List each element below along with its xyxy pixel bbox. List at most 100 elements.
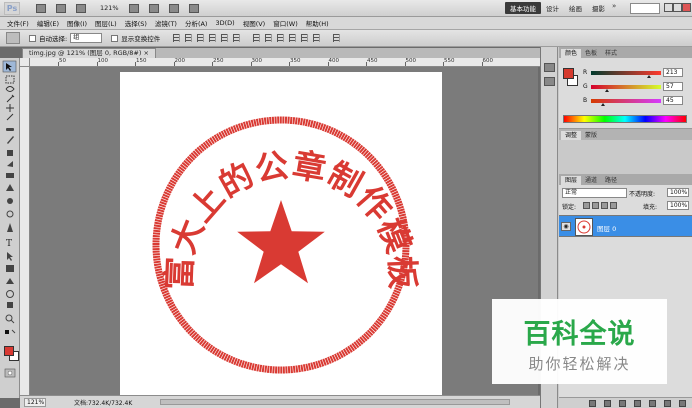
canvas-area[interactable]: 富大上的公章制作模板 xyxy=(30,67,538,395)
pen-tool-icon[interactable] xyxy=(7,223,13,232)
tab-color[interactable]: 颜色 xyxy=(561,49,582,58)
lasso-tool-icon[interactable] xyxy=(5,86,15,92)
align-left-icon[interactable] xyxy=(209,34,217,42)
green-knob[interactable] xyxy=(604,89,609,92)
green-slider[interactable]: G 57 xyxy=(583,82,691,92)
clone-stamp-tool-icon[interactable] xyxy=(7,150,13,156)
history-panel-icon[interactable] xyxy=(544,63,555,72)
red-knob[interactable] xyxy=(647,75,652,78)
path-select-tool-icon[interactable] xyxy=(7,252,13,261)
layer-row[interactable]: ◉ 图层 0 xyxy=(559,215,692,237)
type-tool-icon[interactable]: T xyxy=(6,239,12,249)
eraser-tool-icon[interactable] xyxy=(6,173,14,178)
menu-select[interactable]: 选择(S) xyxy=(121,18,151,28)
marquee-tool-icon[interactable] xyxy=(5,75,15,84)
menu-view[interactable]: 视图(V) xyxy=(239,18,270,28)
tab-masks[interactable]: 蒙版 xyxy=(581,131,601,140)
tab-styles[interactable]: 样式 xyxy=(601,49,621,58)
red-value-field[interactable]: 213 xyxy=(663,68,683,77)
layer-name[interactable]: 图层 0 xyxy=(597,223,616,233)
workspace-photography[interactable]: 摄影 xyxy=(587,2,610,14)
healing-brush-tool-icon[interactable] xyxy=(6,128,14,131)
show-transform-checkbox[interactable] xyxy=(111,34,119,42)
distribute-hcenter-icon[interactable] xyxy=(301,34,309,42)
new-group-icon[interactable] xyxy=(649,399,656,407)
blend-mode-select[interactable]: 正常 xyxy=(562,188,627,198)
history-brush-tool-icon[interactable] xyxy=(7,161,13,167)
add-mask-icon[interactable] xyxy=(619,399,626,407)
workspace-essentials[interactable]: 基本功能 xyxy=(505,2,541,14)
green-value-field[interactable]: 57 xyxy=(663,82,683,91)
lock-all-icon[interactable] xyxy=(610,202,617,209)
tab-channels[interactable]: 通道 xyxy=(581,176,601,185)
view-extras-icon[interactable] xyxy=(76,3,86,13)
distribute-top-icon[interactable] xyxy=(253,34,261,42)
hand-tool-icon[interactable] xyxy=(7,302,13,308)
auto-align-icon[interactable] xyxy=(333,34,341,42)
lock-image-icon[interactable] xyxy=(592,202,599,209)
green-track[interactable] xyxy=(591,85,661,89)
color-spectrum-bar[interactable] xyxy=(563,115,687,123)
status-zoom-field[interactable]: 121% xyxy=(24,397,46,407)
hand-tool-icon[interactable] xyxy=(128,3,139,13)
more-workspaces-button[interactable]: » xyxy=(612,2,616,14)
vertical-ruler[interactable] xyxy=(20,67,30,395)
close-button[interactable] xyxy=(682,3,691,12)
document-tab[interactable]: timg.jpg @ 121% (图层 0, RGB/8#) × xyxy=(22,48,156,58)
layer-thumbnail[interactable] xyxy=(575,218,593,236)
new-layer-icon[interactable] xyxy=(664,399,671,407)
crop-tool-icon[interactable] xyxy=(6,104,14,112)
align-vcenter-icon[interactable] xyxy=(185,34,193,42)
blur-tool-icon[interactable] xyxy=(7,198,13,204)
align-right-icon[interactable] xyxy=(233,34,241,42)
status-doc-info[interactable]: 文档:732.4K/732.4K xyxy=(74,398,132,407)
screen-mode-icon[interactable] xyxy=(188,3,199,13)
tab-paths[interactable]: 路径 xyxy=(601,176,621,185)
arrange-documents-icon[interactable] xyxy=(168,3,179,13)
menu-layer[interactable]: 图层(L) xyxy=(91,18,121,28)
fill-field[interactable]: 100% xyxy=(667,201,689,210)
dodge-tool-icon[interactable] xyxy=(6,210,14,218)
properties-panel-icon[interactable] xyxy=(544,77,555,86)
align-bottom-icon[interactable] xyxy=(197,34,205,42)
blue-value-field[interactable]: 45 xyxy=(663,96,683,105)
auto-select-dropdown[interactable]: 组 xyxy=(70,33,103,43)
color-panel-fg-swatch[interactable] xyxy=(563,68,574,79)
quick-select-tool-icon[interactable] xyxy=(6,94,15,103)
distribute-bottom-icon[interactable] xyxy=(277,34,285,42)
3d-orbit-tool-icon[interactable] xyxy=(6,290,14,298)
opacity-field[interactable]: 100% xyxy=(667,188,689,197)
menu-window[interactable]: 窗口(W) xyxy=(269,18,302,28)
tool-preset-picker[interactable] xyxy=(6,32,20,44)
align-top-icon[interactable] xyxy=(173,34,181,42)
document-canvas[interactable]: 富大上的公章制作模板 xyxy=(120,72,442,395)
lock-position-icon[interactable] xyxy=(601,202,608,209)
menu-image[interactable]: 图像(I) xyxy=(63,18,91,28)
workspace-design[interactable]: 设计 xyxy=(541,2,564,14)
auto-select-checkbox[interactable] xyxy=(29,34,36,42)
brush-tool-icon[interactable] xyxy=(7,136,14,144)
shape-tool-icon[interactable] xyxy=(6,265,14,272)
distribute-vcenter-icon[interactable] xyxy=(265,34,273,42)
bridge-icon[interactable] xyxy=(36,3,46,13)
menu-filter[interactable]: 滤镜(T) xyxy=(151,18,181,28)
quick-mask-icon[interactable] xyxy=(0,366,20,386)
adjustment-layer-icon[interactable] xyxy=(634,399,641,407)
zoom-level-select[interactable]: 121% xyxy=(100,4,119,12)
delete-layer-icon[interactable] xyxy=(679,399,686,407)
3d-rotate-tool-icon[interactable] xyxy=(6,278,14,284)
red-slider[interactable]: R 213 xyxy=(583,68,691,78)
layer-style-icon[interactable] xyxy=(604,399,611,407)
distribute-right-icon[interactable] xyxy=(313,34,321,42)
visibility-eye-icon[interactable]: ◉ xyxy=(561,222,571,231)
ruler-origin[interactable] xyxy=(20,58,30,67)
tab-adjustments[interactable]: 调整 xyxy=(561,131,582,140)
workspace-painting[interactable]: 绘画 xyxy=(564,2,587,14)
tab-swatches[interactable]: 色板 xyxy=(581,49,601,58)
menu-help[interactable]: 帮助(H) xyxy=(302,18,333,28)
blue-knob[interactable] xyxy=(601,103,606,106)
mini-bridge-icon[interactable] xyxy=(56,3,66,13)
search-input[interactable] xyxy=(630,3,660,14)
maximize-button[interactable] xyxy=(673,3,682,12)
minimize-button[interactable] xyxy=(664,3,673,12)
